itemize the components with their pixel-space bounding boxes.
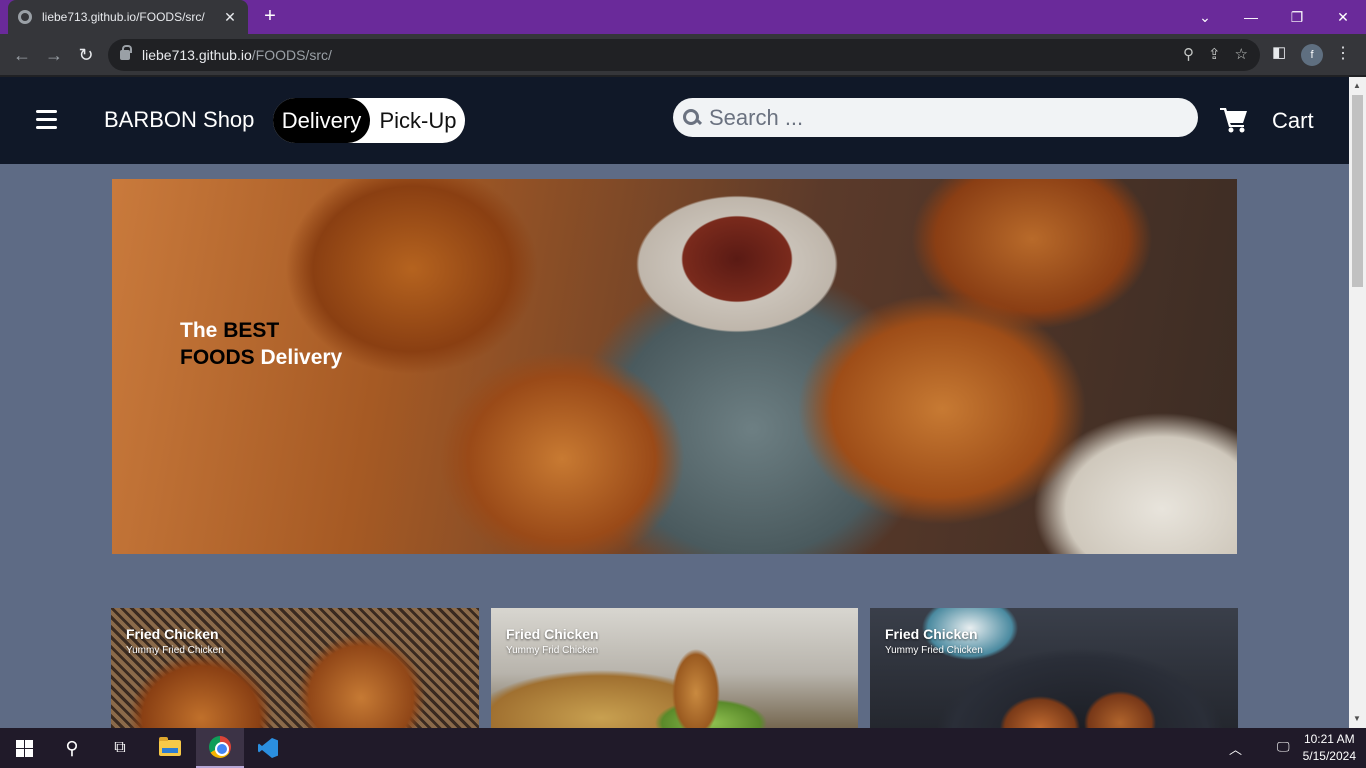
lock-icon[interactable] — [120, 45, 132, 60]
tab-title: liebe713.github.io/FOODS/src/ — [42, 10, 205, 24]
side-panel-icon[interactable]: ◧ — [1272, 43, 1286, 61]
browser-menu-icon[interactable]: ⋮ — [1335, 43, 1351, 63]
delivery-pickup-toggle: Delivery Pick-Up — [273, 98, 465, 143]
restore-button[interactable]: ❐ — [1274, 0, 1320, 34]
share-icon[interactable]: ⇪ — [1208, 45, 1221, 63]
card-subtitle: Yummy Fried Chicken — [126, 645, 224, 656]
hamburger-menu-icon[interactable] — [36, 110, 57, 129]
close-window-button[interactable]: ✕ — [1320, 0, 1366, 34]
hero-banner: The BEST FOODS Delivery — [112, 179, 1237, 554]
chrome-taskbar-icon[interactable] — [196, 728, 244, 768]
scroll-down-arrow-icon[interactable]: ▼ — [1353, 714, 1361, 723]
tab-strip: liebe713.github.io/FOODS/src/ ✕ + ⌄ — ❐ … — [0, 0, 1366, 34]
hero-word-delivery: Delivery — [260, 346, 343, 369]
close-tab-icon[interactable]: ✕ — [222, 9, 238, 26]
clock-date: 5/15/2024 — [1302, 749, 1356, 763]
scroll-up-arrow-icon[interactable]: ▲ — [1353, 81, 1361, 90]
pickup-option[interactable]: Pick-Up — [371, 98, 465, 143]
card-subtitle: Yummy Fried Chicken — [885, 645, 983, 656]
url-text: liebe713.github.io/FOODS/src/ — [142, 47, 332, 63]
bookmark-star-icon[interactable]: ☆ — [1235, 45, 1248, 63]
cart-icon[interactable] — [1220, 107, 1248, 133]
hero-headline: The BEST FOODS Delivery — [180, 317, 342, 371]
system-clock[interactable]: 10:21 AM 5/15/2024 — [1303, 731, 1356, 765]
card-subtitle: Yummy Frid Chicken — [506, 645, 599, 656]
address-bar[interactable]: liebe713.github.io/FOODS/src/ ⚲ ⇪ ☆ — [108, 39, 1260, 71]
card-title: Fried Chicken — [126, 626, 219, 642]
page-scrollbar[interactable]: ▲ ▼ — [1349, 77, 1366, 728]
show-hidden-icons-chevron-icon[interactable]: ︿ — [1229, 739, 1242, 758]
profile-avatar[interactable]: f — [1301, 44, 1323, 66]
hero-word-foods: FOODS — [180, 346, 255, 369]
forward-button[interactable]: → — [42, 43, 66, 67]
search-icon — [683, 108, 701, 127]
hero-word-best: BEST — [223, 319, 280, 342]
network-icon[interactable]: 🖵 — [1277, 739, 1290, 755]
new-tab-button[interactable]: + — [258, 4, 282, 28]
vscode-taskbar-icon[interactable] — [244, 728, 292, 768]
zoom-icon[interactable]: ⚲ — [1183, 45, 1194, 63]
product-card[interactable]: Fried Chicken Yummy Fried Chicken — [870, 608, 1238, 728]
brand-logo[interactable]: BARBON Shop — [104, 107, 254, 133]
windows-logo-icon — [15, 739, 33, 757]
product-card[interactable]: Fried Chicken Yummy Fried Chicken — [111, 608, 479, 728]
search-box — [673, 98, 1198, 137]
taskbar: ⚲ ⧉ ︿ 🖵 10:21 AM 5/15/2024 — [0, 728, 1366, 768]
card-title: Fried Chicken — [506, 626, 599, 642]
hero-word-the: The — [180, 319, 218, 342]
browser-toolbar: ← → ↻ liebe713.github.io/FOODS/src/ ⚲ ⇪ … — [0, 34, 1366, 76]
task-view-icon[interactable]: ⧉ — [96, 728, 144, 768]
globe-icon — [18, 10, 32, 24]
search-input[interactable] — [709, 104, 1189, 131]
cart-link[interactable]: Cart — [1272, 108, 1314, 134]
page-viewport: BARBON Shop Delivery Pick-Up Cart The BE… — [0, 77, 1349, 728]
delivery-option[interactable]: Delivery — [273, 98, 370, 143]
site-header: BARBON Shop Delivery Pick-Up Cart — [0, 77, 1349, 164]
start-button[interactable] — [0, 728, 48, 768]
file-explorer-icon[interactable] — [146, 728, 194, 768]
back-button[interactable]: ← — [10, 43, 34, 67]
tab-search-icon[interactable]: ⌄ — [1182, 0, 1228, 34]
reload-button[interactable]: ↻ — [74, 43, 98, 67]
card-title: Fried Chicken — [885, 626, 978, 642]
clock-time: 10:21 AM — [1303, 732, 1355, 746]
product-card[interactable]: Fried Chicken Yummy Frid Chicken — [491, 608, 858, 728]
taskbar-search-icon[interactable]: ⚲ — [48, 728, 96, 768]
minimize-button[interactable]: — — [1228, 0, 1274, 34]
scrollbar-thumb[interactable] — [1352, 95, 1363, 287]
browser-tab[interactable]: liebe713.github.io/FOODS/src/ ✕ — [8, 0, 248, 34]
